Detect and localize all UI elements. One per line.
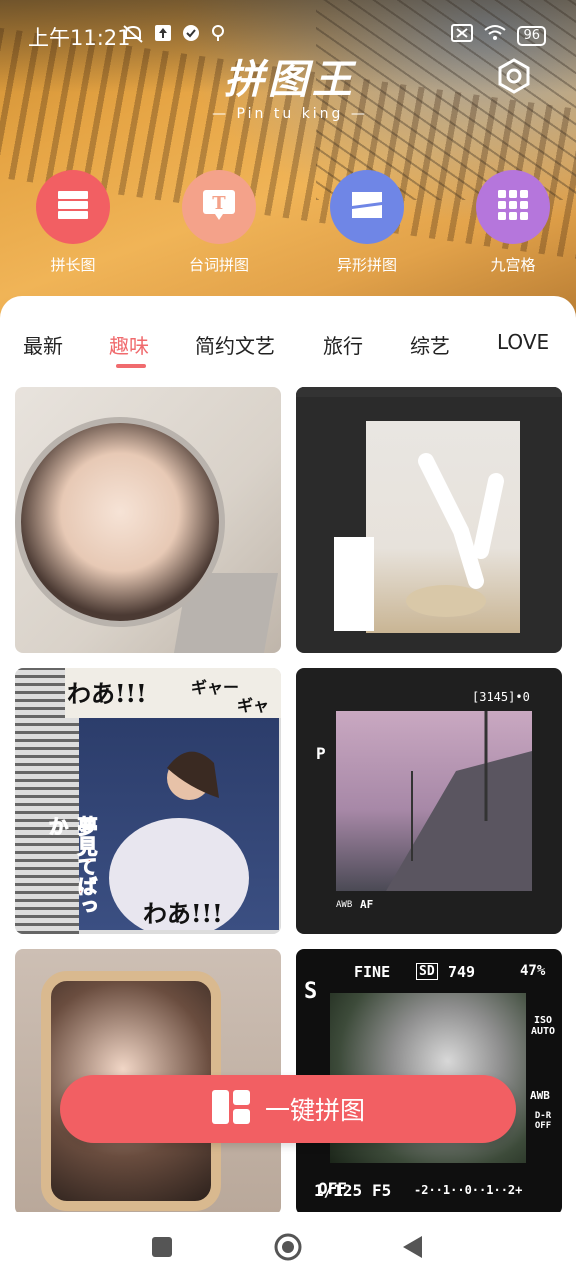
sim-icon <box>451 24 474 47</box>
tool-label: 异形拼图 <box>336 256 397 274</box>
mirror-photo <box>15 417 225 627</box>
vf-dr: D-R OFF <box>534 1111 552 1131</box>
tab-fun[interactable]: 趣味 <box>109 330 149 359</box>
app-logo: 拼图王 — Pin tu king — <box>190 56 390 123</box>
vf-awb: AWB <box>530 1089 550 1102</box>
category-tabs: 最新 趣味 简约文艺 旅行 综艺 LOVE <box>0 330 576 370</box>
cam-mode: P <box>316 744 326 763</box>
manga-text-gya2: ギャ <box>237 696 270 715</box>
manga-text-top: わあ!!! <box>67 679 147 708</box>
nine-grid-icon <box>497 189 529 225</box>
vf-count: 749 <box>448 963 476 981</box>
vf-aperture: F5 <box>372 1181 392 1200</box>
one-click-collage-button[interactable]: 一键拼图 <box>60 1075 516 1143</box>
camera-photo <box>336 711 532 891</box>
location-icon <box>210 24 226 49</box>
upload-icon <box>154 24 172 49</box>
gear-icon <box>496 58 532 98</box>
tool-caption-circle: T <box>182 170 256 244</box>
system-nav-bar <box>0 1212 576 1280</box>
mute-icon <box>122 24 144 49</box>
tool-label: 台词拼图 <box>188 256 249 274</box>
cam-awb: AWB <box>336 900 353 910</box>
home-button[interactable] <box>273 1232 303 1262</box>
recents-button[interactable] <box>149 1234 175 1260</box>
vf-shutter-mode: S <box>304 979 318 1004</box>
tab-travel[interactable]: 旅行 <box>323 330 363 359</box>
settings-button[interactable] <box>496 58 532 98</box>
text-bubble-icon: T <box>201 188 237 226</box>
square-icon <box>149 1237 175 1264</box>
tool-shape-circle <box>330 170 404 244</box>
vf-battery: 47% <box>520 963 546 979</box>
cam-af: AF <box>360 898 374 911</box>
rows-icon <box>56 188 90 226</box>
tool-long-image[interactable]: 拼长图 <box>18 170 128 275</box>
vf-iso: ISO AUTO <box>530 1015 556 1037</box>
cam-counter: [3145]•0 <box>472 690 530 704</box>
template-card[interactable]: [3145]•0 P AWB AF <box>296 668 562 934</box>
tab-love[interactable]: LOVE <box>497 330 549 354</box>
wifi-icon <box>483 24 507 47</box>
manga-text-bottom: わあ!!! <box>143 899 223 928</box>
editor-bar <box>296 387 562 397</box>
template-card[interactable] <box>296 387 562 653</box>
vf-sd: SD <box>416 963 438 980</box>
back-triangle-icon <box>400 1236 426 1264</box>
shape-icon <box>350 188 384 226</box>
vf-ev-scale: -2··1··0··1··2+ <box>414 1183 523 1197</box>
tool-label: 九宫格 <box>490 256 536 274</box>
tool-label: 拼长图 <box>50 256 96 274</box>
logo-subtitle: — Pin tu king — <box>212 106 368 122</box>
tool-long-image-circle <box>36 170 110 244</box>
back-button[interactable] <box>400 1234 426 1260</box>
tool-caption-collage[interactable]: T 台词拼图 <box>164 170 274 275</box>
tab-variety[interactable]: 综艺 <box>410 330 450 359</box>
tool-nine-grid-circle <box>476 170 550 244</box>
vf-shutter: 1/125 <box>314 1181 363 1200</box>
context-menu <box>334 537 374 631</box>
check-icon <box>182 24 200 49</box>
template-card[interactable]: わあ!!! ギャー ギャ 夢見てばっか わあ!!! <box>15 668 281 934</box>
vf-fine: FINE <box>354 963 391 981</box>
logo-title: 拼图王 <box>224 56 356 103</box>
tab-minimal-art[interactable]: 简约文艺 <box>195 330 275 359</box>
active-tab-indicator <box>116 364 146 368</box>
manga-text-gya: ギャー <box>191 678 240 697</box>
tool-nine-grid[interactable]: 九宫格 <box>458 170 568 275</box>
cta-label: 一键拼图 <box>264 1096 365 1125</box>
collage-layout-icon <box>211 1089 251 1129</box>
template-card[interactable] <box>15 387 281 653</box>
svg-text:T: T <box>212 193 226 214</box>
status-bar: 上午11:21 96 <box>0 18 576 54</box>
manga-red-text: 夢見てばっか <box>45 816 99 917</box>
status-time: 上午11:21 <box>28 26 131 50</box>
tool-shape-collage[interactable]: 异形拼图 <box>312 170 422 275</box>
tool-row: 拼长图 T 台词拼图 异形拼图 九宫格 <box>0 170 576 280</box>
battery-indicator: 96 <box>517 25 546 46</box>
home-circle-icon <box>273 1233 303 1266</box>
tab-latest[interactable]: 最新 <box>23 330 63 359</box>
canvas-photo <box>366 421 520 633</box>
